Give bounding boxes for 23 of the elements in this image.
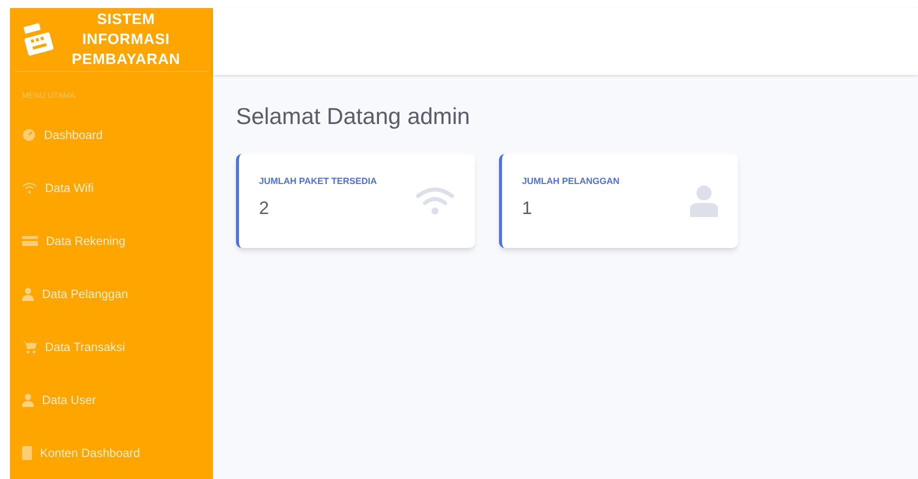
menu-heading: MENU UTAMA	[21, 90, 76, 102]
page-heading: Selamat Datang admin	[236, 102, 470, 131]
wifi-icon	[415, 186, 455, 216]
menu-item[interactable]: Data Pelanggan	[14, 267, 136, 320]
brand-title: SISTEM INFORMASI PEMBAYARAN	[70, 10, 182, 70]
gauge-icon	[22, 128, 36, 142]
stat-label: JUMLAH PELANGGAN	[522, 175, 620, 188]
user-icon	[22, 392, 34, 406]
menu-item[interactable]: Data User	[14, 373, 104, 426]
user-icon	[690, 184, 718, 216]
card-icon	[22, 234, 38, 246]
stat-value: 2	[259, 196, 270, 220]
menu-item[interactable]: Data Transaksi	[14, 320, 134, 373]
menu-item[interactable]: Data Rekening	[14, 214, 134, 267]
stat-value: 1	[522, 196, 534, 220]
menu-item[interactable]: Dashboard	[14, 108, 111, 161]
wifi-icon	[22, 182, 37, 194]
menu-item[interactable]: Data Wifi	[14, 161, 102, 214]
user-icon	[22, 286, 34, 300]
cart-icon	[22, 340, 37, 354]
stat-label: JUMLAH PAKET TERSEDIA	[259, 175, 377, 188]
file-icon	[22, 446, 32, 460]
menu-item[interactable]: Konten Dashboard	[14, 426, 148, 479]
